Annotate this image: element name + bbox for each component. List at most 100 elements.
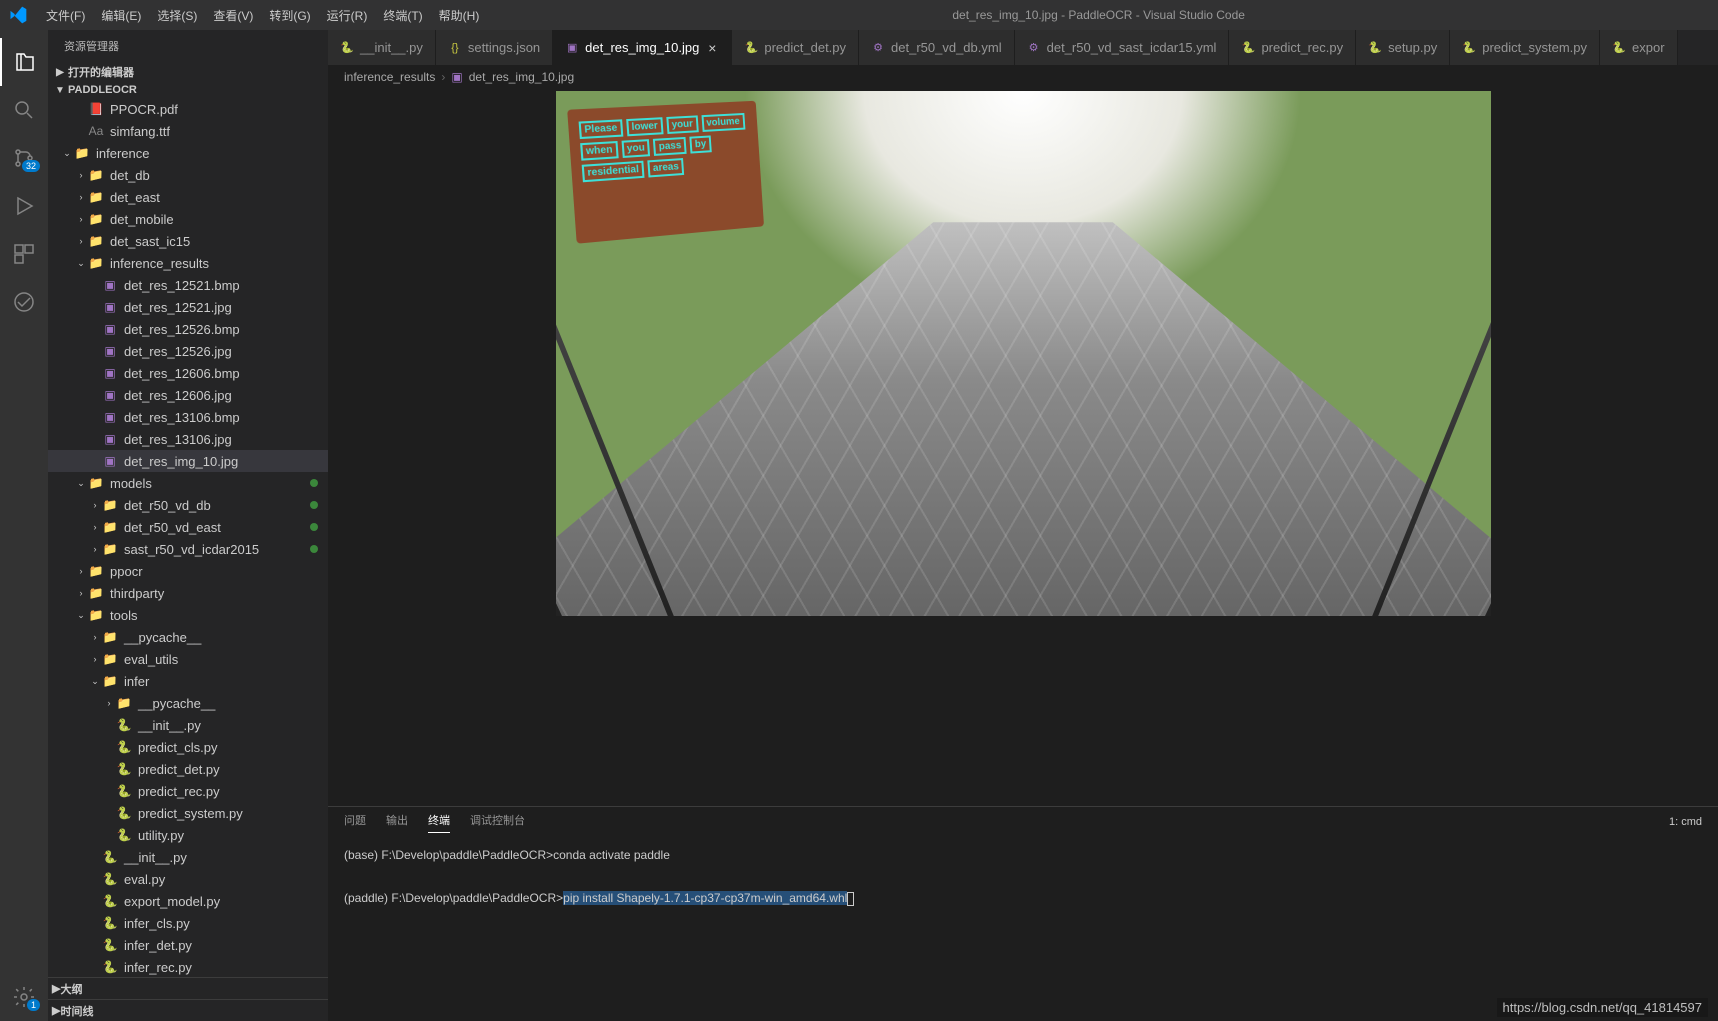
folder-item[interactable]: ⌄📁inference bbox=[48, 142, 328, 164]
extensions-icon[interactable] bbox=[0, 230, 48, 278]
editor-tab[interactable]: ▣det_res_img_10.jpg× bbox=[553, 30, 732, 65]
editor-tab[interactable]: 🐍predict_rec.py bbox=[1229, 30, 1356, 65]
file-item[interactable]: Aasimfang.ttf bbox=[48, 120, 328, 142]
file-item[interactable]: 🐍predict_system.py bbox=[48, 802, 328, 824]
menu-bar: 文件(F)编辑(E)选择(S)查看(V)转到(G)运行(R)终端(T)帮助(H)… bbox=[0, 0, 1718, 30]
tree-label: det_r50_vd_east bbox=[124, 520, 221, 535]
breadcrumb[interactable]: inference_results › ▣ det_res_img_10.jpg bbox=[328, 65, 1718, 89]
file-item[interactable]: 🐍predict_det.py bbox=[48, 758, 328, 780]
folder-item[interactable]: ›📁thirdparty bbox=[48, 582, 328, 604]
settings-gear-icon[interactable]: 1 bbox=[0, 973, 48, 1021]
file-item[interactable]: 🐍__init__.py bbox=[48, 846, 328, 868]
py-icon: 🐍 bbox=[1462, 41, 1476, 55]
folder-item[interactable]: ›📁sast_r50_vd_icdar2015 bbox=[48, 538, 328, 560]
menu-items: 文件(F)编辑(E)选择(S)查看(V)转到(G)运行(R)终端(T)帮助(H) bbox=[38, 7, 487, 24]
py-icon: 🐍 bbox=[116, 739, 132, 755]
file-item[interactable]: ▣det_res_12521.bmp bbox=[48, 274, 328, 296]
folder-item[interactable]: ›📁eval_utils bbox=[48, 648, 328, 670]
file-item[interactable]: 🐍export_model.py bbox=[48, 890, 328, 912]
file-item[interactable]: 🐍__init__.py bbox=[48, 714, 328, 736]
folder-item[interactable]: ⌄📁infer bbox=[48, 670, 328, 692]
file-item[interactable]: 🐍utility.py bbox=[48, 824, 328, 846]
chevron-down-icon: ⌄ bbox=[74, 478, 88, 489]
folder-icon: 📁 bbox=[102, 519, 118, 535]
editor-tab[interactable]: 🐍predict_det.py bbox=[732, 30, 859, 65]
panel-tab[interactable]: 调试控制台 bbox=[470, 812, 525, 832]
file-item[interactable]: 📕PPOCR.pdf bbox=[48, 98, 328, 120]
breadcrumb-item[interactable]: inference_results bbox=[344, 70, 435, 84]
editor-tab[interactable]: {}settings.json bbox=[436, 30, 553, 65]
file-item[interactable]: ▣det_res_13106.bmp bbox=[48, 406, 328, 428]
menu-item[interactable]: 终端(T) bbox=[375, 9, 430, 23]
image-icon: ▣ bbox=[451, 70, 462, 84]
folder-item[interactable]: ›📁ppocr bbox=[48, 560, 328, 582]
yml-icon: ⚙ bbox=[871, 41, 885, 55]
file-item[interactable]: ▣det_res_12526.bmp bbox=[48, 318, 328, 340]
file-item[interactable]: ▣det_res_12521.jpg bbox=[48, 296, 328, 318]
folder-item[interactable]: ⌄📁models bbox=[48, 472, 328, 494]
outline-header[interactable]: ▶大纲 bbox=[48, 977, 328, 999]
menu-item[interactable]: 选择(S) bbox=[149, 9, 205, 23]
search-icon[interactable] bbox=[0, 86, 48, 134]
menu-item[interactable]: 编辑(E) bbox=[93, 9, 149, 23]
file-item[interactable]: ▣det_res_13106.jpg bbox=[48, 428, 328, 450]
panel-tab[interactable]: 终端 bbox=[428, 812, 450, 833]
file-item[interactable]: 🐍infer_rec.py bbox=[48, 956, 328, 977]
file-item[interactable]: ▣det_res_12526.jpg bbox=[48, 340, 328, 362]
folder-item[interactable]: ⌄📁tools bbox=[48, 604, 328, 626]
ocr-word: your bbox=[666, 115, 698, 134]
folder-item[interactable]: ⌄📁inference_results bbox=[48, 252, 328, 274]
explorer-icon[interactable] bbox=[0, 38, 48, 86]
editor-tab[interactable]: 🐍expor bbox=[1600, 30, 1678, 65]
tree-label: infer_rec.py bbox=[124, 960, 192, 975]
menu-item[interactable]: 帮助(H) bbox=[431, 9, 488, 23]
panel-tab[interactable]: 问题 bbox=[344, 812, 366, 832]
terminal[interactable]: (base) F:\Develop\paddle\PaddleOCR>conda… bbox=[328, 837, 1718, 1021]
editor-tab[interactable]: 🐍setup.py bbox=[1356, 30, 1450, 65]
file-item[interactable]: 🐍predict_cls.py bbox=[48, 736, 328, 758]
menu-item[interactable]: 查看(V) bbox=[205, 9, 261, 23]
folder-item[interactable]: ›📁det_r50_vd_east bbox=[48, 516, 328, 538]
file-item[interactable]: 🐍eval.py bbox=[48, 868, 328, 890]
tree-label: inference bbox=[96, 146, 149, 161]
chevron-right-icon: › bbox=[74, 214, 88, 224]
folder-item[interactable]: ›📁det_r50_vd_db bbox=[48, 494, 328, 516]
remote-icon[interactable] bbox=[0, 278, 48, 326]
font-icon: Aa bbox=[88, 123, 104, 139]
file-item[interactable]: ▣det_res_12606.jpg bbox=[48, 384, 328, 406]
breadcrumb-item[interactable]: det_res_img_10.jpg bbox=[469, 70, 574, 84]
file-item[interactable]: 🐍predict_rec.py bbox=[48, 780, 328, 802]
file-tree: 📕PPOCR.pdfAasimfang.ttf⌄📁inference›📁det_… bbox=[48, 98, 328, 977]
tree-label: det_res_12526.bmp bbox=[124, 322, 240, 337]
folder-item[interactable]: ›📁det_sast_ic15 bbox=[48, 230, 328, 252]
project-header[interactable]: ▼PADDLEOCR bbox=[48, 82, 328, 98]
open-editors-header[interactable]: ▶打开的编辑器 bbox=[48, 62, 328, 82]
folder-item[interactable]: ›📁det_mobile bbox=[48, 208, 328, 230]
file-item[interactable]: 🐍infer_cls.py bbox=[48, 912, 328, 934]
image-viewer[interactable]: Pleaseloweryourvolumewhenyoupassbyreside… bbox=[328, 89, 1718, 806]
tree-label: det_db bbox=[110, 168, 150, 183]
editor-tab[interactable]: ⚙det_r50_vd_db.yml bbox=[859, 30, 1015, 65]
editor-tab[interactable]: 🐍__init__.py bbox=[328, 30, 436, 65]
terminal-selector[interactable]: 1: cmd bbox=[1669, 816, 1702, 828]
menu-item[interactable]: 转到(G) bbox=[261, 9, 318, 23]
panel-tabs: 问题输出终端调试控制台 1: cmd bbox=[328, 807, 1718, 837]
folder-item[interactable]: ›📁det_east bbox=[48, 186, 328, 208]
panel-tab[interactable]: 输出 bbox=[386, 812, 408, 832]
folder-item[interactable]: ›📁det_db bbox=[48, 164, 328, 186]
close-icon[interactable]: × bbox=[705, 41, 719, 55]
folder-item[interactable]: ›📁__pycache__ bbox=[48, 626, 328, 648]
run-debug-icon[interactable] bbox=[0, 182, 48, 230]
menu-item[interactable]: 文件(F) bbox=[38, 9, 93, 23]
file-item[interactable]: ▣det_res_12606.bmp bbox=[48, 362, 328, 384]
source-control-icon[interactable]: 32 bbox=[0, 134, 48, 182]
img-icon: ▣ bbox=[102, 431, 118, 447]
file-item[interactable]: ▣det_res_img_10.jpg bbox=[48, 450, 328, 472]
editor-tab[interactable]: ⚙det_r50_vd_sast_icdar15.yml bbox=[1015, 30, 1230, 65]
file-item[interactable]: 🐍infer_det.py bbox=[48, 934, 328, 956]
timeline-header[interactable]: ▶时间线 bbox=[48, 999, 328, 1021]
editor-tab[interactable]: 🐍predict_system.py bbox=[1450, 30, 1600, 65]
chevron-down-icon: ▼ bbox=[52, 85, 68, 96]
menu-item[interactable]: 运行(R) bbox=[319, 9, 376, 23]
folder-item[interactable]: ›📁__pycache__ bbox=[48, 692, 328, 714]
